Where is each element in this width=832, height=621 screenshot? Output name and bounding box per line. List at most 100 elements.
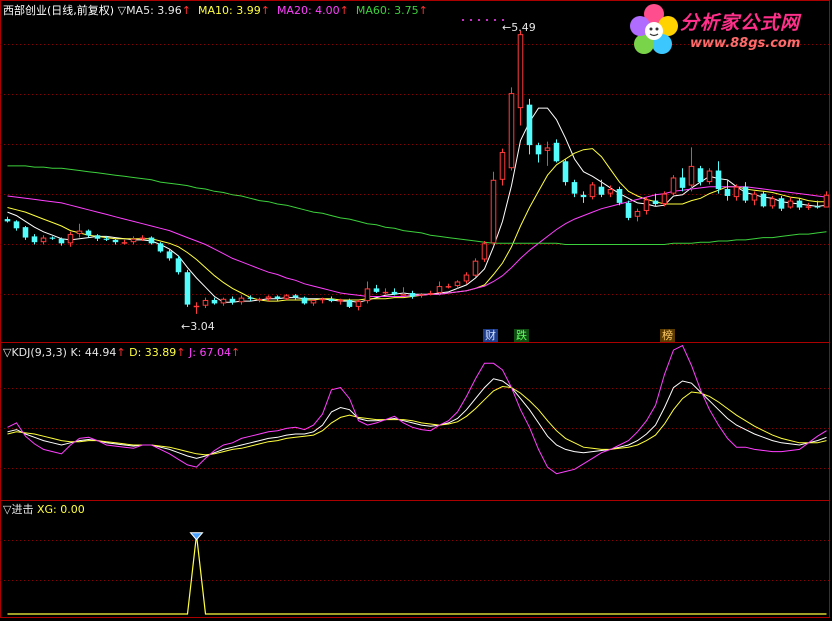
candle-body (166, 251, 173, 259)
candle-body (643, 199, 650, 211)
logo-url: www.88gs.com (690, 36, 801, 51)
candle-body (571, 182, 578, 194)
candle-body (796, 200, 803, 208)
event-tag-drop[interactable]: 跌 (514, 329, 529, 342)
high-marker-dot (470, 19, 472, 21)
candle-body (229, 298, 236, 303)
ma20-label: MA20: 4.00 (276, 4, 340, 17)
candle-body (661, 193, 668, 205)
up-arrow-icon: ↑ (418, 4, 428, 17)
candle-body (211, 299, 218, 304)
candle-body (463, 274, 470, 282)
xg-line (7, 534, 827, 615)
ma10-label: MA10: 3.99 (198, 4, 261, 17)
candle-body (265, 296, 272, 299)
candle-body (625, 202, 632, 218)
ma-line-ma60 (7, 165, 827, 245)
xg-header: ▽进击 XG: 0.00 (3, 503, 85, 517)
candle-body (814, 206, 821, 208)
event-tag-rank[interactable]: 榜 (660, 329, 675, 342)
candle-body (670, 177, 677, 194)
candle-body (742, 186, 749, 201)
candle-body (364, 288, 371, 302)
candle-body (490, 179, 497, 244)
candle-body (157, 243, 164, 252)
candle-body (607, 189, 614, 194)
kdj-line-k (7, 378, 827, 459)
collapse-triangle-icon[interactable]: ▽ (118, 4, 126, 17)
candle-body (4, 219, 11, 222)
candle-body (31, 236, 38, 243)
k-label: K: 44.94 (70, 346, 117, 359)
high-price-annotation: ←5.49 (502, 21, 536, 35)
event-tag-finance[interactable]: 财 (483, 329, 498, 342)
candle-body (67, 234, 74, 244)
kdj-line-j (7, 344, 827, 475)
candle-body (22, 227, 29, 238)
ma-line-ma20 (7, 186, 827, 297)
flower-logo-icon (630, 4, 678, 54)
candle-body (256, 298, 263, 301)
left-arrow-icon: ← (502, 21, 512, 34)
candle-body (319, 298, 326, 301)
candle-body (589, 184, 596, 198)
stock-chart-window: 西部创业(日线,前复权) ▽MA5: 3.96↑ MA10: 3.99↑ MA2… (0, 0, 832, 621)
ma-line-ma10 (7, 148, 827, 302)
signal-marker-icon (189, 532, 204, 541)
candle-body (751, 193, 758, 201)
left-arrow-icon: ← (181, 320, 191, 333)
kdj-header: ▽KDJ(9,3,3) K: 44.94↑ D: 33.89↑ J: 67.04… (3, 346, 240, 360)
site-logo: 分析家公式网 www.88gs.com (628, 2, 828, 58)
candle-body (301, 297, 308, 304)
candle-body (49, 237, 56, 239)
candle-body (517, 34, 524, 109)
xg-indicator-name[interactable]: 进击 (11, 503, 33, 516)
candle-body (562, 161, 569, 183)
candle-body (706, 170, 713, 183)
candle-body (436, 286, 443, 294)
candle-body (823, 194, 830, 208)
candle-body (526, 104, 533, 146)
high-price-value: 5.49 (511, 21, 536, 34)
candle-body (499, 152, 506, 180)
candle-body (697, 168, 704, 183)
candle-body (283, 295, 290, 299)
candle-body (598, 186, 605, 195)
candle-body (292, 295, 299, 298)
kdj-name[interactable]: KDJ(9,3,3) (11, 346, 67, 359)
candle-body (508, 93, 515, 169)
candle-body (760, 193, 767, 207)
candle-body (769, 198, 776, 207)
candle-body (427, 293, 434, 295)
candle-body (238, 297, 245, 303)
candle-body (724, 189, 731, 196)
candle-body (346, 299, 353, 307)
up-arrow-icon: ↑ (260, 4, 270, 17)
candle-body (121, 242, 128, 244)
candle-body (40, 237, 47, 243)
candle-body (400, 294, 407, 296)
chart-canvas[interactable] (0, 0, 832, 621)
stock-title[interactable]: 西部创业(日线,前复权) (3, 4, 114, 17)
candle-body (382, 291, 389, 294)
candle-body (715, 170, 722, 190)
candle-body (535, 145, 542, 155)
low-price-annotation: ←3.04 (181, 320, 215, 334)
candle-body (193, 305, 200, 308)
candle-body (409, 293, 416, 297)
candle-body (76, 230, 83, 235)
chart-frame (0, 0, 830, 618)
main-header: 西部创业(日线,前复权) ▽MA5: 3.96↑ MA10: 3.99↑ MA2… (3, 4, 428, 18)
candle-body (553, 142, 560, 162)
candle-body (445, 286, 452, 288)
ma5-label: MA5: 3.96 (126, 4, 182, 17)
up-arrow-icon: ↑ (116, 346, 126, 359)
candle-body (454, 281, 461, 287)
candle-body (337, 299, 344, 302)
candle-body (805, 206, 812, 208)
candle-body (112, 239, 119, 243)
candle-body (184, 272, 191, 305)
candle-body (274, 296, 281, 299)
ma-line-ma5 (7, 107, 827, 303)
up-arrow-icon: ↑ (230, 346, 241, 359)
